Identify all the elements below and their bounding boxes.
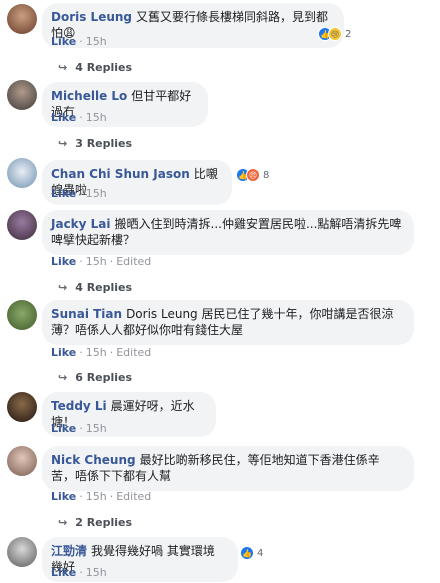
avatar[interactable] bbox=[7, 392, 37, 422]
comment-author[interactable]: Doris Leung bbox=[51, 10, 132, 24]
edited-label[interactable]: Edited bbox=[116, 490, 151, 503]
sad-reaction-icon: 😢 bbox=[328, 27, 342, 41]
avatar[interactable] bbox=[7, 158, 37, 188]
avatar[interactable] bbox=[7, 300, 37, 330]
like-link[interactable]: Like bbox=[51, 346, 76, 359]
reaction-count: 2 bbox=[345, 28, 352, 40]
comment-time[interactable]: 15h bbox=[86, 35, 107, 48]
comment-time[interactable]: 15h bbox=[86, 255, 107, 268]
comment-author[interactable]: Teddy Li bbox=[51, 399, 107, 413]
reactions-summary[interactable]: 👍 😢 2 bbox=[318, 27, 351, 41]
comment-author[interactable]: Nick Cheung bbox=[51, 453, 136, 467]
comment-time[interactable]: 15h bbox=[86, 566, 107, 579]
like-link[interactable]: Like bbox=[51, 111, 76, 124]
edited-label[interactable]: Edited bbox=[116, 255, 151, 268]
comment-bubble: Nick Cheung 最好比啲新移民住，等佢地知道下香港住係辛苦，唔係下下都有人… bbox=[42, 446, 414, 491]
comment-meta: Like · 15h · Edited bbox=[51, 255, 152, 268]
like-reaction-icon: 👍 bbox=[240, 546, 254, 560]
comment-meta: Like · 15h bbox=[51, 566, 107, 579]
reply-arrow-icon: ↪ bbox=[58, 371, 68, 384]
like-link[interactable]: Like bbox=[51, 566, 76, 579]
reactions-summary[interactable]: 👍 😠 8 bbox=[236, 168, 269, 182]
reaction-count: 8 bbox=[263, 169, 270, 181]
avatar[interactable] bbox=[7, 210, 37, 240]
comment-author[interactable]: Chan Chi Shun Jason bbox=[51, 167, 190, 181]
comment-author[interactable]: Sunai Tian bbox=[51, 307, 122, 321]
comment-meta: Like · 15h bbox=[51, 187, 107, 200]
view-replies-link[interactable]: ↪ 6 Replies bbox=[58, 371, 132, 384]
reaction-count: 4 bbox=[257, 547, 264, 559]
comment-author[interactable]: 江勁清 bbox=[51, 544, 87, 558]
reply-arrow-icon: ↪ bbox=[58, 516, 68, 529]
view-replies-link[interactable]: ↪ 4 Replies bbox=[58, 281, 132, 294]
view-replies-link[interactable]: ↪ 3 Replies bbox=[58, 137, 132, 150]
avatar[interactable] bbox=[7, 4, 37, 34]
comment-bubble: Jacky Lai 搬晒入住到時清拆...仲雞安置居民啦...點解唔清拆先啤啤擘快… bbox=[42, 210, 414, 255]
view-replies-link[interactable]: ↪ 2 Replies bbox=[58, 516, 132, 529]
reply-arrow-icon: ↪ bbox=[58, 281, 68, 294]
comment-meta: Like · 15h · Edited bbox=[51, 346, 152, 359]
reply-arrow-icon: ↪ bbox=[58, 61, 68, 74]
edited-label[interactable]: Edited bbox=[116, 346, 151, 359]
comment-meta: Like · 15h bbox=[51, 111, 107, 124]
like-link[interactable]: Like bbox=[51, 35, 76, 48]
comment-time[interactable]: 15h bbox=[86, 422, 107, 435]
comment-meta: Like · 15h · Edited bbox=[51, 490, 152, 503]
comment-meta: Like · 15h bbox=[51, 422, 107, 435]
comment-time[interactable]: 15h bbox=[86, 490, 107, 503]
avatar[interactable] bbox=[7, 80, 37, 110]
comment-time[interactable]: 15h bbox=[86, 346, 107, 359]
comment-author[interactable]: Jacky Lai bbox=[51, 217, 111, 231]
comment-time[interactable]: 15h bbox=[86, 187, 107, 200]
reply-arrow-icon: ↪ bbox=[58, 137, 68, 150]
comment-author[interactable]: Michelle Lo bbox=[51, 89, 127, 103]
like-link[interactable]: Like bbox=[51, 255, 76, 268]
comment-meta: Like · 15h bbox=[51, 35, 107, 48]
avatar[interactable] bbox=[7, 446, 37, 476]
comment-time[interactable]: 15h bbox=[86, 111, 107, 124]
avatar[interactable] bbox=[7, 537, 37, 567]
like-link[interactable]: Like bbox=[51, 490, 76, 503]
like-link[interactable]: Like bbox=[51, 422, 76, 435]
angry-reaction-icon: 😠 bbox=[246, 168, 260, 182]
reactions-summary[interactable]: 👍 4 bbox=[240, 546, 263, 560]
comment-bubble: Sunai Tian Doris Leung 居民已住了幾十年，你咁講是否很涼薄？… bbox=[42, 300, 414, 345]
like-link[interactable]: Like bbox=[51, 187, 76, 200]
view-replies-link[interactable]: ↪ 4 Replies bbox=[58, 61, 132, 74]
